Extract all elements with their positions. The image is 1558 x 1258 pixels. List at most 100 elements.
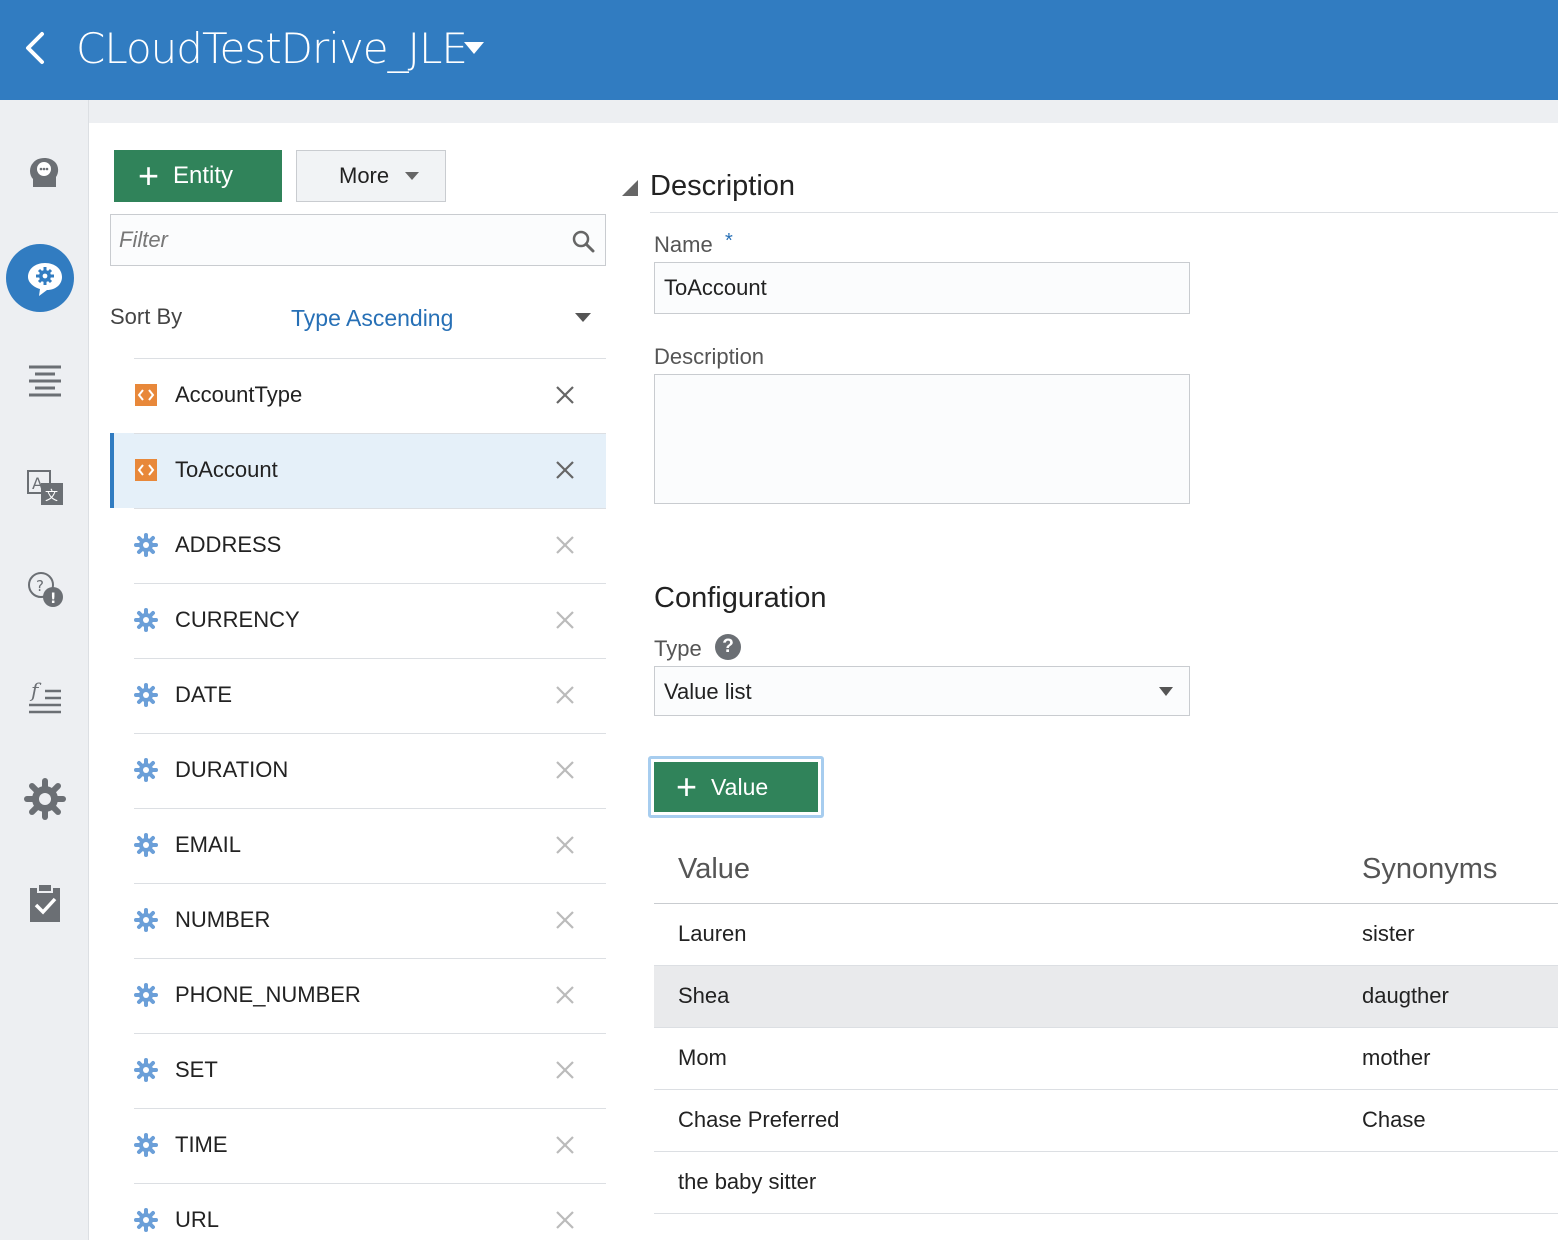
system-entity-gear-icon [134, 1133, 158, 1157]
side-nav-rail: A 文 ? ! f [0, 100, 89, 1240]
delete-close-icon[interactable] [554, 459, 576, 481]
add-entity-label: Entity [173, 162, 234, 189]
delete-close-icon[interactable] [554, 984, 576, 1006]
system-entity-gear-icon [134, 1058, 158, 1082]
entity-filter [110, 214, 606, 266]
filter-input[interactable] [111, 215, 605, 265]
faq-icon: ? ! [27, 572, 63, 607]
entity-name: ToAccount [175, 457, 278, 482]
add-value-label: Value [711, 773, 769, 800]
name-field[interactable] [654, 262, 1190, 314]
delete-close-icon[interactable] [554, 384, 576, 406]
entity-list-item[interactable]: ToAccount [110, 433, 606, 508]
value-cell: Lauren [678, 921, 747, 946]
nav-intents[interactable] [0, 138, 89, 208]
table-row[interactable]: Lauren sister [654, 904, 1558, 966]
entity-name: ADDRESS [175, 532, 282, 557]
entity-list-item[interactable]: AccountType [110, 358, 606, 433]
entity-name: DURATION [175, 757, 289, 782]
search-icon[interactable] [571, 229, 595, 253]
table-row[interactable]: Shea daugther [654, 966, 1558, 1028]
skill-title[interactable]: CLoudTestDrive_JLE [76, 24, 468, 73]
back-chevron-icon[interactable] [20, 28, 50, 68]
nav-components[interactable]: f [0, 662, 89, 732]
entity-list-item[interactable]: ADDRESS [110, 508, 606, 583]
delete-close-icon[interactable] [554, 909, 576, 931]
settings-icon [23, 778, 66, 820]
delete-close-icon[interactable] [554, 534, 576, 556]
nav-settings[interactable] [0, 764, 89, 834]
chevron-down-icon[interactable] [575, 313, 591, 322]
svg-text:!: ! [50, 591, 56, 607]
system-entity-gear-icon [134, 1208, 158, 1232]
entity-list-item[interactable]: PHONE_NUMBER [110, 958, 606, 1033]
entity-list-item[interactable]: DATE [110, 658, 606, 733]
add-value-button[interactable]: + Value [654, 762, 818, 812]
entity-list-item[interactable]: DURATION [110, 733, 606, 808]
value-cell: Shea [678, 983, 730, 1008]
entity-list-item[interactable]: URL [110, 1183, 606, 1258]
entity-name: URL [175, 1207, 220, 1232]
delete-close-icon[interactable] [554, 834, 576, 856]
table-header: Value Synonyms [654, 838, 1558, 904]
entity-list-item[interactable]: SET [110, 1033, 606, 1108]
entity-name: EMAIL [175, 832, 242, 857]
svg-text:文: 文 [45, 489, 58, 504]
entity-name: NUMBER [175, 907, 271, 932]
delete-close-icon[interactable] [554, 609, 576, 631]
table-row[interactable]: the baby sitter [654, 1152, 1558, 1214]
description-field[interactable] [654, 374, 1190, 504]
collapse-triangle-icon[interactable] [622, 180, 638, 196]
nav-faq[interactable]: ? ! [0, 555, 89, 625]
entity-name: TIME [175, 1132, 228, 1157]
components-icon: f [28, 678, 61, 714]
table-body: Lauren sister Shea daugther Mom mother Chase P… [654, 904, 1558, 1214]
synonyms-cell: Chase [1362, 1107, 1426, 1132]
nav-flows[interactable] [0, 346, 89, 416]
clipboard-check-icon [29, 883, 60, 922]
add-entity-button[interactable]: + Entity [114, 150, 282, 202]
entity-name: CURRENCY [175, 607, 300, 632]
values-table: Value Synonyms Lauren sister Shea daugther M… [654, 838, 1558, 1214]
system-entity-gear-icon [134, 833, 158, 857]
nav-quality[interactable] [0, 868, 89, 938]
entity-list-item[interactable]: NUMBER [110, 883, 606, 958]
synonyms-cell: sister [1362, 921, 1415, 946]
entity-list-item[interactable]: EMAIL [110, 808, 606, 883]
sort-by-label: Sort By [110, 304, 183, 329]
system-entity-gear-icon [134, 683, 158, 707]
system-entity-gear-icon [134, 608, 158, 632]
table-row[interactable]: Chase Preferred Chase [654, 1090, 1558, 1152]
chevron-down-icon [405, 172, 420, 180]
column-header-value[interactable]: Value [678, 853, 750, 886]
type-select[interactable]: Value list [654, 666, 1190, 716]
entity-list-item[interactable]: CURRENCY [110, 583, 606, 658]
system-entity-gear-icon [134, 983, 158, 1007]
description-field-label: Description [654, 344, 765, 369]
delete-close-icon[interactable] [554, 684, 576, 706]
value-cell: the baby sitter [678, 1169, 817, 1194]
sort-by-select[interactable]: Type Ascending [291, 305, 453, 332]
entity-list-item[interactable]: TIME [110, 1108, 606, 1183]
delete-close-icon[interactable] [554, 1209, 576, 1231]
entity-name: AccountType [175, 382, 303, 407]
system-entity-gear-icon [134, 533, 158, 557]
nav-entities[interactable] [0, 244, 89, 314]
delete-close-icon[interactable] [554, 1134, 576, 1156]
help-icon[interactable]: ? [715, 634, 741, 660]
svg-text:f: f [29, 678, 42, 702]
more-menu-button[interactable]: More [296, 150, 446, 202]
required-indicator: * [725, 230, 733, 252]
column-header-synonyms[interactable]: Synonyms [1362, 853, 1497, 886]
entity-name: PHONE_NUMBER [175, 982, 361, 1007]
delete-close-icon[interactable] [554, 1059, 576, 1081]
entity-list: AccountType ToAccount ADDRESS CURRENCY DATE D… [110, 358, 606, 1258]
delete-close-icon[interactable] [554, 759, 576, 781]
nav-resource-bundles[interactable]: A 文 [0, 452, 89, 522]
value-cell: Chase Preferred [678, 1107, 840, 1132]
more-label: More [339, 163, 390, 188]
chevron-down-icon[interactable] [462, 40, 486, 56]
plus-icon: + [676, 766, 698, 807]
table-row[interactable]: Mom mother [654, 1028, 1558, 1090]
plus-icon: + [138, 155, 160, 196]
